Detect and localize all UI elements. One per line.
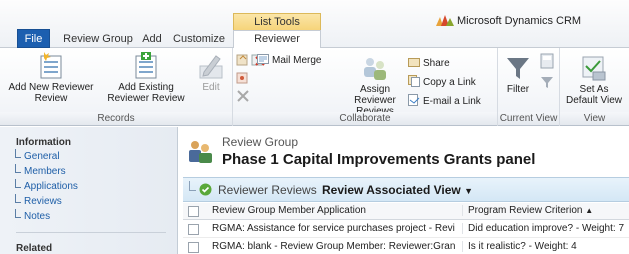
sort-ascending-icon: ▲ [585, 206, 594, 215]
review-group-icon [189, 141, 212, 163]
mail-merge-button[interactable]: Mail Merge [257, 53, 321, 68]
filter-label: Filter [506, 84, 530, 95]
cell-criterion[interactable]: Is it realistic? - Weight: 4 [462, 241, 629, 252]
nav-item-applications-label: Applications [24, 181, 78, 192]
ribbon-tab-bar: List Tools Microsoft Dynamics CRM File R… [0, 0, 629, 62]
view-selector[interactable]: Review Associated View ▼ [322, 183, 473, 197]
nav-item-members-label: Members [24, 166, 66, 177]
associated-view-bar: Reviewer Reviews Review Associated View … [183, 177, 629, 202]
email-a-link-label: E-mail a Link [423, 96, 481, 107]
ribbon-group-records: Add New Reviewer Review Add Existing Rev… [0, 48, 233, 126]
add-existing-reviewer-review-button[interactable]: Add Existing Reviewer Review [101, 52, 191, 104]
nav-divider [16, 232, 166, 233]
nav-item-members[interactable]: Members [15, 164, 66, 177]
row-checkbox[interactable] [188, 224, 199, 235]
assign-reviewer-reviews-button[interactable]: Assign Reviewer Reviews [341, 54, 409, 117]
nav-item-reviews[interactable]: Reviews [15, 194, 62, 207]
nav-item-reviews-label: Reviews [24, 196, 62, 207]
mail-merge-label: Mail Merge [272, 55, 322, 66]
nav-item-notes-label: Notes [24, 211, 51, 222]
share-button[interactable]: Share [408, 56, 450, 71]
cell-application[interactable]: RGMA: blank - Review Group Member: Revie… [212, 241, 455, 252]
mail-merge-icon [257, 54, 269, 64]
assign-users-icon [364, 58, 386, 80]
view-selector-label: Review Associated View [322, 183, 461, 197]
nav-section-information: Information [16, 137, 71, 148]
collaborate-group-label: Collaborate [233, 112, 497, 125]
filter-button[interactable]: Filter [500, 54, 536, 95]
table-row[interactable]: RGMA: Assistance for service purchases p… [183, 221, 629, 238]
nav-item-general-label: General [24, 151, 60, 162]
share-icon [408, 58, 420, 67]
ribbon-group-current-view: Filter Current View [498, 48, 560, 126]
remove-x-icon[interactable] [236, 88, 250, 102]
clear-filter-icon[interactable] [540, 75, 554, 89]
table-row[interactable]: RGMA: blank - Review Group Member: Revie… [183, 239, 629, 254]
brand-name: Microsoft Dynamics CRM [457, 15, 582, 27]
select-all-checkbox[interactable] [188, 206, 199, 217]
grid-header: Review Group Member Application Program … [183, 203, 629, 220]
add-existing-icon [135, 52, 157, 79]
view-group-label: View [560, 112, 629, 125]
edit-button[interactable]: Edit [194, 52, 228, 93]
copy-a-link-button[interactable]: Copy a Link [408, 75, 476, 90]
list-tools-context-label: List Tools [233, 13, 321, 30]
set-as-default-view-label: Set As Default View [566, 84, 622, 106]
tab-customize[interactable]: Customize [173, 31, 225, 49]
chevron-down-icon: ▼ [464, 186, 473, 196]
nav-item-applications[interactable]: Applications [15, 179, 78, 192]
filter-funnel-icon [507, 58, 529, 79]
email-a-link-button[interactable]: E-mail a Link [408, 94, 481, 109]
save-filters-icon[interactable] [540, 53, 554, 69]
tab-file[interactable]: File [17, 29, 50, 48]
nav-item-notes[interactable]: Notes [15, 209, 50, 222]
column-header-criterion[interactable]: Program Review Criterion ▲ [462, 205, 629, 216]
dynamics-logo-icon [436, 15, 454, 26]
deactivate-icon[interactable] [236, 70, 250, 84]
tab-add[interactable]: Add [139, 31, 165, 49]
column-header-criterion-label: Program Review Criterion [468, 205, 583, 216]
nav-item-general[interactable]: General [15, 149, 60, 162]
default-view-icon [582, 56, 606, 81]
current-view-group-label: Current View [498, 112, 559, 125]
tree-connector [189, 181, 196, 191]
view-entity-label: Reviewer Reviews [218, 183, 317, 197]
row-checkbox[interactable] [188, 242, 199, 253]
add-existing-reviewer-review-label: Add Existing Reviewer Review [107, 82, 185, 104]
copy-a-link-label: Copy a Link [423, 77, 476, 88]
edit-label: Edit [202, 82, 220, 93]
copy-link-icon [408, 75, 420, 87]
record-entity-label: Review Group [222, 135, 299, 149]
product-brand: Microsoft Dynamics CRM [436, 14, 581, 27]
new-record-icon [40, 52, 62, 79]
check-circle-icon [199, 183, 212, 196]
add-new-reviewer-review-button[interactable]: Add New Reviewer Review [0, 52, 102, 104]
column-header-application[interactable]: Review Group Member Application [212, 205, 455, 216]
nav-section-related: Related [16, 243, 53, 254]
share-label: Share [423, 58, 450, 69]
ribbon-group-view: Set As Default View View [560, 48, 629, 126]
email-link-icon [408, 94, 420, 106]
tab-reviewer-reviews[interactable]: Reviewer Reviews [233, 30, 321, 62]
set-as-default-view-button[interactable]: Set As Default View [564, 54, 624, 106]
tab-review-group[interactable]: Review Group [63, 31, 133, 49]
records-group-label: Records [0, 112, 232, 125]
add-new-reviewer-review-label: Add New Reviewer Review [8, 82, 94, 104]
record-header: Review Group Phase 1 Capital Improvement… [179, 127, 629, 177]
ribbon-group-collaborate: Mail Merge Assign Reviewer Reviews Share… [233, 48, 498, 126]
activate-icon[interactable] [236, 52, 250, 66]
cell-application[interactable]: RGMA: Assistance for service purchases p… [212, 223, 455, 234]
ribbon: Add New Reviewer Review Add Existing Rev… [0, 48, 629, 126]
cell-criterion[interactable]: Did education improve? - Weight: 7 [462, 223, 629, 234]
page-title: Phase 1 Capital Improvements Grants pane… [222, 151, 536, 168]
edit-pencil-icon [199, 55, 223, 79]
